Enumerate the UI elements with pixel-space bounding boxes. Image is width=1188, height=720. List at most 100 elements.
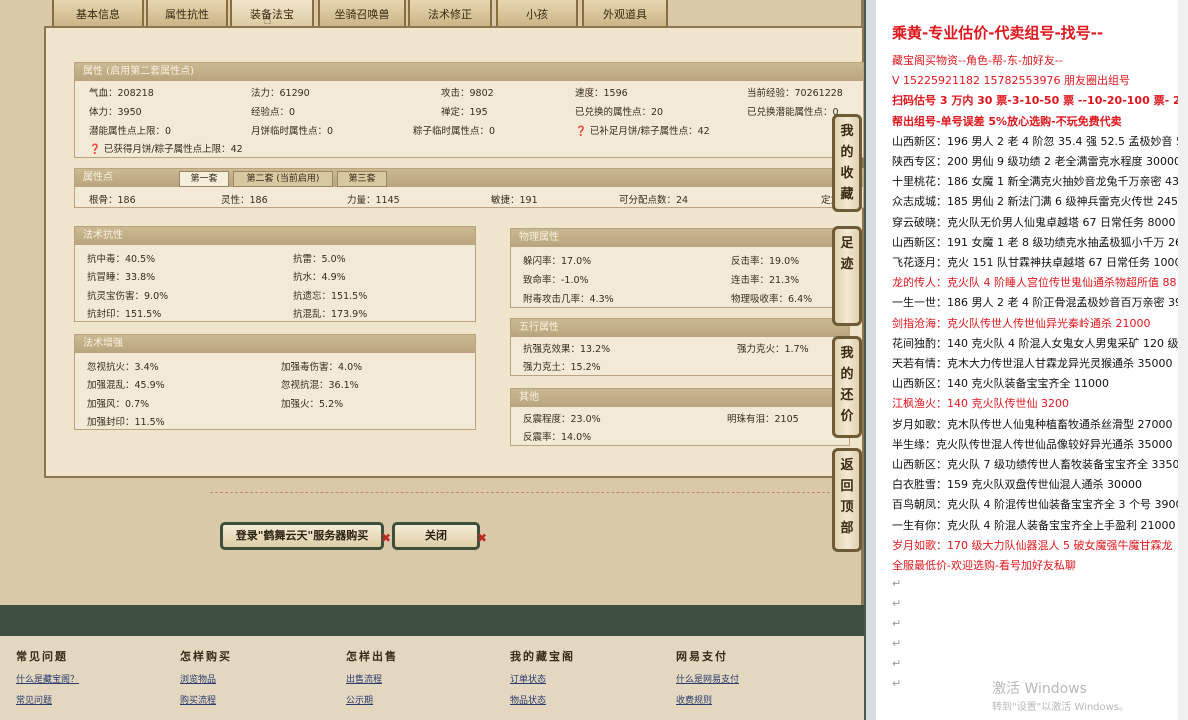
attr-footnote-text: 已获得月饼/粽子属性点上限：42 [103,144,243,155]
footer-col: 我的藏宝阁 订单状态 物品状态 [510,648,575,706]
magic-boost-section: 法术增强 忽视抗火：3.4% 加强毒伤害：4.0% 加强混乱：45.9% 忽视抗… [74,334,476,430]
attr-cell: 月饼临时属性点：0 [251,126,334,137]
side-btn-label: 足迹 [840,236,854,272]
doc-line: 藏宝阁买物资--角色-帮-东-加好友-- [892,54,1063,67]
resist-cell: 抗中毒：40.5% [87,254,156,265]
attr-cell: 攻击：9802 [441,88,494,99]
resist-cell: 抗遗忘：151.5% [293,291,368,302]
doc-line: 半生缘：克火队传世混人传世仙品像较好异光通杀 35000 [892,437,1173,451]
points-cell: 可分配点数：24 [619,195,689,206]
paragraph-mark-icon: ↵ [892,597,902,611]
phys-section: 物理属性 躲闪率：17.0% 反击率：19.0% 致命率：-1.0% 连击率：2… [510,228,850,308]
doc-line: 众志成城：185 男仙 2 新法门满 6 级神兵雷克火传世 2450 [892,195,1185,209]
doc-line: 山西新区：克火队 7 级功绩传世人畜牧装备宝宝齐全 3350 [892,458,1180,471]
help-icon: ❓ [89,144,101,155]
doc-line: 岁月如歌：170 级大力队仙器混人 5 破女魔强牛魔甘霖龙 [892,538,1173,552]
attr-cell: 已兑换的属性点：20 [575,107,664,118]
footer-link[interactable]: 物品状态 [510,693,575,706]
doc-line: V 15225921182 15782553976 朋友圈出组号 [892,74,1130,88]
attr-cell: 法力：61290 [251,88,310,99]
doc-line: 全服最低价-欢迎选购-看号加好友私聊 [892,559,1076,572]
resist-cell: 抗冒睡：33.8% [87,272,156,283]
footer-link[interactable]: 公示期 [346,693,398,706]
phys-cell: 躲闪率：17.0% [523,256,592,267]
boost-cell: 加强毒伤害：4.0% [281,362,363,373]
close-button[interactable]: 关闭 ✖ [392,522,487,550]
paragraph-mark-icon: ↵ [892,657,902,671]
points-subtab-2[interactable]: 第二套 (当前启用) [233,171,333,187]
attr-section: 属性 (启用第二套属性点) 气血：208218 法力：61290 攻击：9802… [74,62,864,158]
side-btn-back-top[interactable]: 返回顶部 [832,448,862,552]
footer-head: 常见问题 [16,650,68,663]
footer-link[interactable]: 订单状态 [510,672,575,685]
attr-cell-text: 已补足月饼/粽子属性点：42 [589,126,710,137]
site-footer: 常见问题 什么是藏宝阁？ 常见问题 怎样购买 浏览物品 购买流程 怎样出售 出售… [0,636,864,720]
points-subtab-3[interactable]: 第三套 [337,171,387,187]
login-server-buy-label: 登录"鹤舞云天"服务器购买 [235,529,369,542]
side-btn-history[interactable]: 足迹 [832,226,862,326]
doc-line: 帮出组号-单号误差 5%放心选购-不玩免费代卖 [892,114,1122,128]
magic-boost-title: 法术增强 [75,335,475,353]
boost-cell: 加强风：0.7% [87,399,150,410]
points-cell: 灵性：186 [221,195,268,206]
side-btn-label: 我的收藏 [840,124,854,202]
doc-line: 岁月如歌：克木队传世人仙鬼种植畜牧通杀丝滑型 27000 [892,417,1173,431]
doc-line: 山西新区：140 克火队装备宝宝齐全 11000 [892,377,1109,391]
footer-head: 我的藏宝阁 [510,650,575,663]
footer-link[interactable]: 出售流程 [346,672,398,685]
attr-cell: 粽子临时属性点：0 [413,126,496,137]
magic-resist-section: 法术抗性 抗中毒：40.5% 抗雷：5.0% 抗冒睡：33.8% 抗水：4.9%… [74,226,476,322]
footer-col: 怎样购买 浏览物品 购买流程 [180,648,232,706]
boost-cell: 加强混乱：45.9% [87,380,165,391]
login-server-buy-button[interactable]: 登录"鹤舞云天"服务器购买 ✖ [220,522,391,550]
phys-cell: 附毒攻击几率：4.3% [523,294,614,305]
boost-cell: 忽视抗混：36.1% [281,380,359,391]
footer-col: 怎样出售 出售流程 公示期 [346,648,398,706]
doc-scrollbar[interactable] [1178,0,1188,720]
footer-col: 网易支付 什么是网易支付 收费规则 [676,648,739,706]
doc-line: 江枫渔火：140 克火队传世仙 3200 [892,397,1069,411]
resist-cell: 抗封印：151.5% [87,309,162,320]
content-area: 属性 (启用第二套属性点) 气血：208218 法力：61290 攻击：9802… [44,26,864,478]
detail-panel: 基本信息 属性抗性 装备法宝 坐骑召唤兽 法术修正 小孩 外观道具 ☝ 属性 (… [0,0,864,605]
attr-footnote: ❓ 已获得月饼/粽子属性点上限：42 [89,141,243,155]
footer-link[interactable]: 常见问题 [16,693,79,706]
attr-cell: 已兑换潜能属性点：0 [747,107,839,118]
doc-line: 一生一世：186 男人 2 老 4 阶正骨混孟极妙音百万亲密 39 [892,296,1182,310]
text-document[interactable]: 乘黄-专业估价-代卖组号-找号-- 藏宝阁买物资--角色-帮-东-加好友-- V 1… [866,0,1188,720]
footer-head: 怎样购买 [180,650,232,663]
doc-line: 白衣胜雪：159 克火队双盘传世仙混人通杀 30000 [892,478,1142,492]
doc-line: 剑指沧海：克火队传世人传世仙异光秦岭通杀 21000 [892,316,1151,330]
divider [210,492,830,493]
attr-cell: 当前经验：70261228 [747,88,843,99]
resist-cell: 抗水：4.9% [293,272,346,283]
footer-link[interactable]: 收费规则 [676,693,739,706]
wuxing-cell: 强力克火：1.7% [737,344,809,355]
side-btn-label: 我的还价 [840,346,854,424]
other-cell: 反震率：14.0% [523,432,592,443]
attr-cell: 气血：208218 [89,88,154,99]
wuxing-cell: 强力克土：15.2% [523,362,601,373]
phys-cell: 物理吸收率：6.4% [731,294,813,305]
resist-cell: 抗混乱：173.9% [293,309,368,320]
attr-cell: ❓ 已补足月饼/粽子属性点：42 [575,123,710,137]
attr-cell: 潜能属性点上限：0 [89,126,172,137]
boost-cell: 忽视抗火：3.4% [87,362,159,373]
attr-cell: 速度：1596 [575,88,628,99]
points-subtab-1[interactable]: 第一套 [179,171,229,187]
side-btn-favorites[interactable]: 我的收藏 [832,114,862,212]
activation-watermark-sub: 转到"设置"以激活 Windows。 [992,702,1130,713]
side-btn-my-offers[interactable]: 我的还价 [832,336,862,438]
other-cell: 明珠有泪：2105 [727,414,799,425]
footer-link[interactable]: 浏览物品 [180,672,232,685]
doc-line: 十里桃花：186 女魔 1 新全满克火抽妙音龙兔千万亲密 430 [892,175,1186,189]
footer-link[interactable]: 购买流程 [180,693,232,706]
doc-line: 花间独酌：140 克火队 4 阶混人女鬼女人男鬼采矿 120 级 [892,336,1179,350]
close-mark-icon: ✖ [476,531,487,545]
magic-resist-title: 法术抗性 [75,227,475,245]
footer-link[interactable]: 什么是藏宝阁？ [16,672,79,685]
footer-link[interactable]: 什么是网易支付 [676,672,739,685]
help-icon: ❓ [575,126,587,137]
footer-head: 网易支付 [676,650,728,663]
points-cell: 根骨：186 [89,195,136,206]
